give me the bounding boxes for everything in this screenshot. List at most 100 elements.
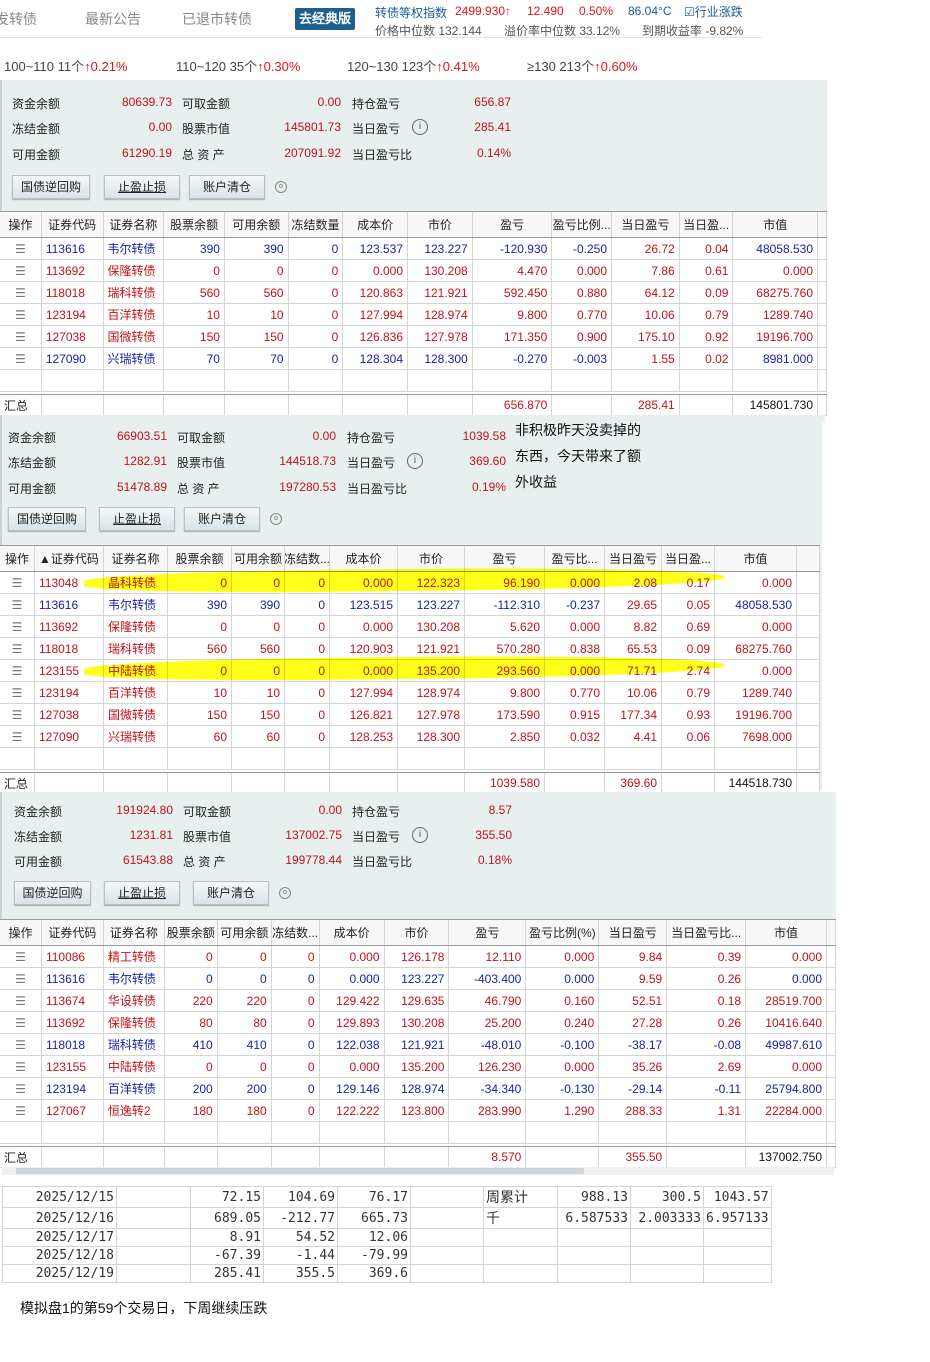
security-code[interactable]: 127067 xyxy=(42,1100,104,1121)
row-menu-icon[interactable]: ☰ xyxy=(0,704,35,725)
column-header[interactable]: 可用余额 xyxy=(224,212,289,237)
row-menu-icon[interactable]: ☰ xyxy=(0,282,42,303)
security-code[interactable]: 123155 xyxy=(42,1056,104,1077)
security-name[interactable]: 保隆转债 xyxy=(104,260,165,281)
column-header[interactable]: 冻结数... xyxy=(271,920,320,945)
column-header[interactable]: 股票余额 xyxy=(164,920,218,945)
security-name[interactable]: 韦尔转债 xyxy=(104,594,168,615)
column-header[interactable]: 当日盈亏 xyxy=(612,212,680,237)
row-menu-icon[interactable]: ☰ xyxy=(0,1012,42,1033)
column-header[interactable]: 盈亏 xyxy=(472,212,553,237)
column-header[interactable]: ▲证券代码 xyxy=(35,546,104,571)
row-menu-icon[interactable]: ☰ xyxy=(0,946,42,967)
security-name[interactable]: 保隆转债 xyxy=(104,616,168,637)
settings-icon[interactable]: o xyxy=(275,181,287,193)
column-header[interactable]: 证券名称 xyxy=(104,546,168,571)
repo-button[interactable]: 国债逆回购 xyxy=(8,507,86,531)
row-menu-icon[interactable]: ☰ xyxy=(0,260,42,281)
column-header[interactable]: 市价 xyxy=(408,212,473,237)
row-menu-icon[interactable]: ☰ xyxy=(0,326,42,347)
tab-delisted[interactable]: 已退市转债 xyxy=(182,9,252,29)
horizontal-scrollbar[interactable] xyxy=(2,1167,834,1175)
security-name[interactable]: 瑞科转债 xyxy=(104,282,165,303)
stop-button[interactable]: 止盈止损 xyxy=(104,881,180,905)
column-header[interactable]: 市值 xyxy=(733,212,818,237)
industry-link[interactable]: ☑行业涨跌 xyxy=(684,3,743,20)
column-header[interactable]: 盈亏 xyxy=(465,546,545,571)
column-header[interactable]: 盈亏比例... xyxy=(552,212,613,237)
security-code[interactable]: 123194 xyxy=(35,682,104,703)
security-code[interactable]: 127090 xyxy=(42,348,104,369)
clear-button[interactable]: 账户清仓 xyxy=(189,175,265,199)
column-header[interactable]: 证券代码 xyxy=(41,212,104,237)
row-menu-icon[interactable]: ☰ xyxy=(0,304,42,325)
repo-button[interactable]: 国债逆回购 xyxy=(12,175,90,199)
security-name[interactable]: 瑞科转债 xyxy=(104,638,168,659)
row-menu-icon[interactable]: ☰ xyxy=(0,968,42,989)
stop-button[interactable]: 止盈止损 xyxy=(104,175,180,199)
repo-button[interactable]: 国债逆回购 xyxy=(14,881,91,905)
tab-new-issues[interactable]: 发转债 xyxy=(0,9,37,29)
info-icon[interactable]: i xyxy=(407,453,423,469)
column-header[interactable]: 冻结数量 xyxy=(288,212,344,237)
security-name[interactable]: 华设转债 xyxy=(104,990,165,1011)
row-menu-icon[interactable]: ☰ xyxy=(0,348,42,369)
security-name[interactable]: 百洋转债 xyxy=(104,1078,165,1099)
clear-button[interactable]: 账户清仓 xyxy=(193,881,269,905)
security-code[interactable]: 123194 xyxy=(42,1078,104,1099)
security-name[interactable]: 韦尔转债 xyxy=(104,968,165,989)
row-menu-icon[interactable]: ☰ xyxy=(0,660,35,681)
row-menu-icon[interactable]: ☰ xyxy=(0,616,35,637)
row-menu-icon[interactable]: ☰ xyxy=(0,238,42,259)
column-header[interactable]: 当日盈亏 xyxy=(605,546,662,571)
row-menu-icon[interactable]: ☰ xyxy=(0,572,35,593)
info-icon[interactable]: i xyxy=(412,827,428,843)
security-code[interactable]: 113692 xyxy=(42,1012,104,1033)
column-header[interactable]: 当日盈... xyxy=(662,546,715,571)
row-menu-icon[interactable]: ☰ xyxy=(0,726,35,747)
row-menu-icon[interactable]: ☰ xyxy=(0,1100,42,1121)
security-code[interactable]: 113692 xyxy=(42,260,104,281)
column-header[interactable]: 证券名称 xyxy=(103,920,165,945)
index-label[interactable]: 转债等权指数 xyxy=(375,4,447,21)
row-menu-icon[interactable]: ☰ xyxy=(0,1078,42,1099)
security-name[interactable]: 韦尔转债 xyxy=(104,238,165,259)
security-name[interactable]: 中陆转债 xyxy=(104,1056,165,1077)
row-menu-icon[interactable]: ☰ xyxy=(0,990,42,1011)
column-header[interactable]: 证券代码 xyxy=(41,920,104,945)
security-code[interactable]: 127038 xyxy=(35,704,104,725)
info-icon[interactable]: i xyxy=(412,119,428,135)
column-header[interactable]: 当日盈... xyxy=(679,212,734,237)
tab-announcements[interactable]: 最新公告 xyxy=(85,9,141,29)
column-header[interactable]: 盈亏比... xyxy=(545,546,605,571)
column-header[interactable]: 成本价 xyxy=(330,546,398,571)
column-header[interactable]: 冻结数... xyxy=(285,546,330,571)
security-name[interactable]: 百洋转债 xyxy=(104,682,168,703)
column-header[interactable]: 操作 xyxy=(0,212,42,237)
security-code[interactable]: 118018 xyxy=(35,638,104,659)
security-name[interactable]: 兴瑞转债 xyxy=(104,348,165,369)
classic-version-button[interactable]: 去经典版 xyxy=(295,8,355,30)
security-code[interactable]: 113616 xyxy=(42,238,104,259)
column-header[interactable]: 市价 xyxy=(384,920,450,945)
column-header[interactable]: 可用余额 xyxy=(217,920,272,945)
security-code[interactable]: 127090 xyxy=(35,726,104,747)
security-code[interactable]: 113692 xyxy=(35,616,104,637)
settings-icon[interactable]: o xyxy=(279,887,291,899)
column-header[interactable]: 成本价 xyxy=(343,212,409,237)
security-code[interactable]: 123194 xyxy=(42,304,104,325)
column-header[interactable]: 成本价 xyxy=(319,920,385,945)
row-menu-icon[interactable]: ☰ xyxy=(0,1034,42,1055)
column-header[interactable]: 操作 xyxy=(0,920,42,945)
column-header[interactable]: 操作 xyxy=(0,546,35,571)
column-header[interactable]: 市值 xyxy=(746,920,827,945)
row-menu-icon[interactable]: ☰ xyxy=(0,682,35,703)
security-code[interactable]: 113674 xyxy=(42,990,104,1011)
security-code[interactable]: 113616 xyxy=(42,968,104,989)
security-name[interactable]: 保隆转债 xyxy=(104,1012,165,1033)
security-code[interactable]: 113616 xyxy=(35,594,104,615)
column-header[interactable]: 可用余额 xyxy=(232,546,285,571)
security-code[interactable]: 118018 xyxy=(42,282,104,303)
stop-button[interactable]: 止盈止损 xyxy=(99,507,175,531)
security-name[interactable]: 百洋转债 xyxy=(104,304,165,325)
